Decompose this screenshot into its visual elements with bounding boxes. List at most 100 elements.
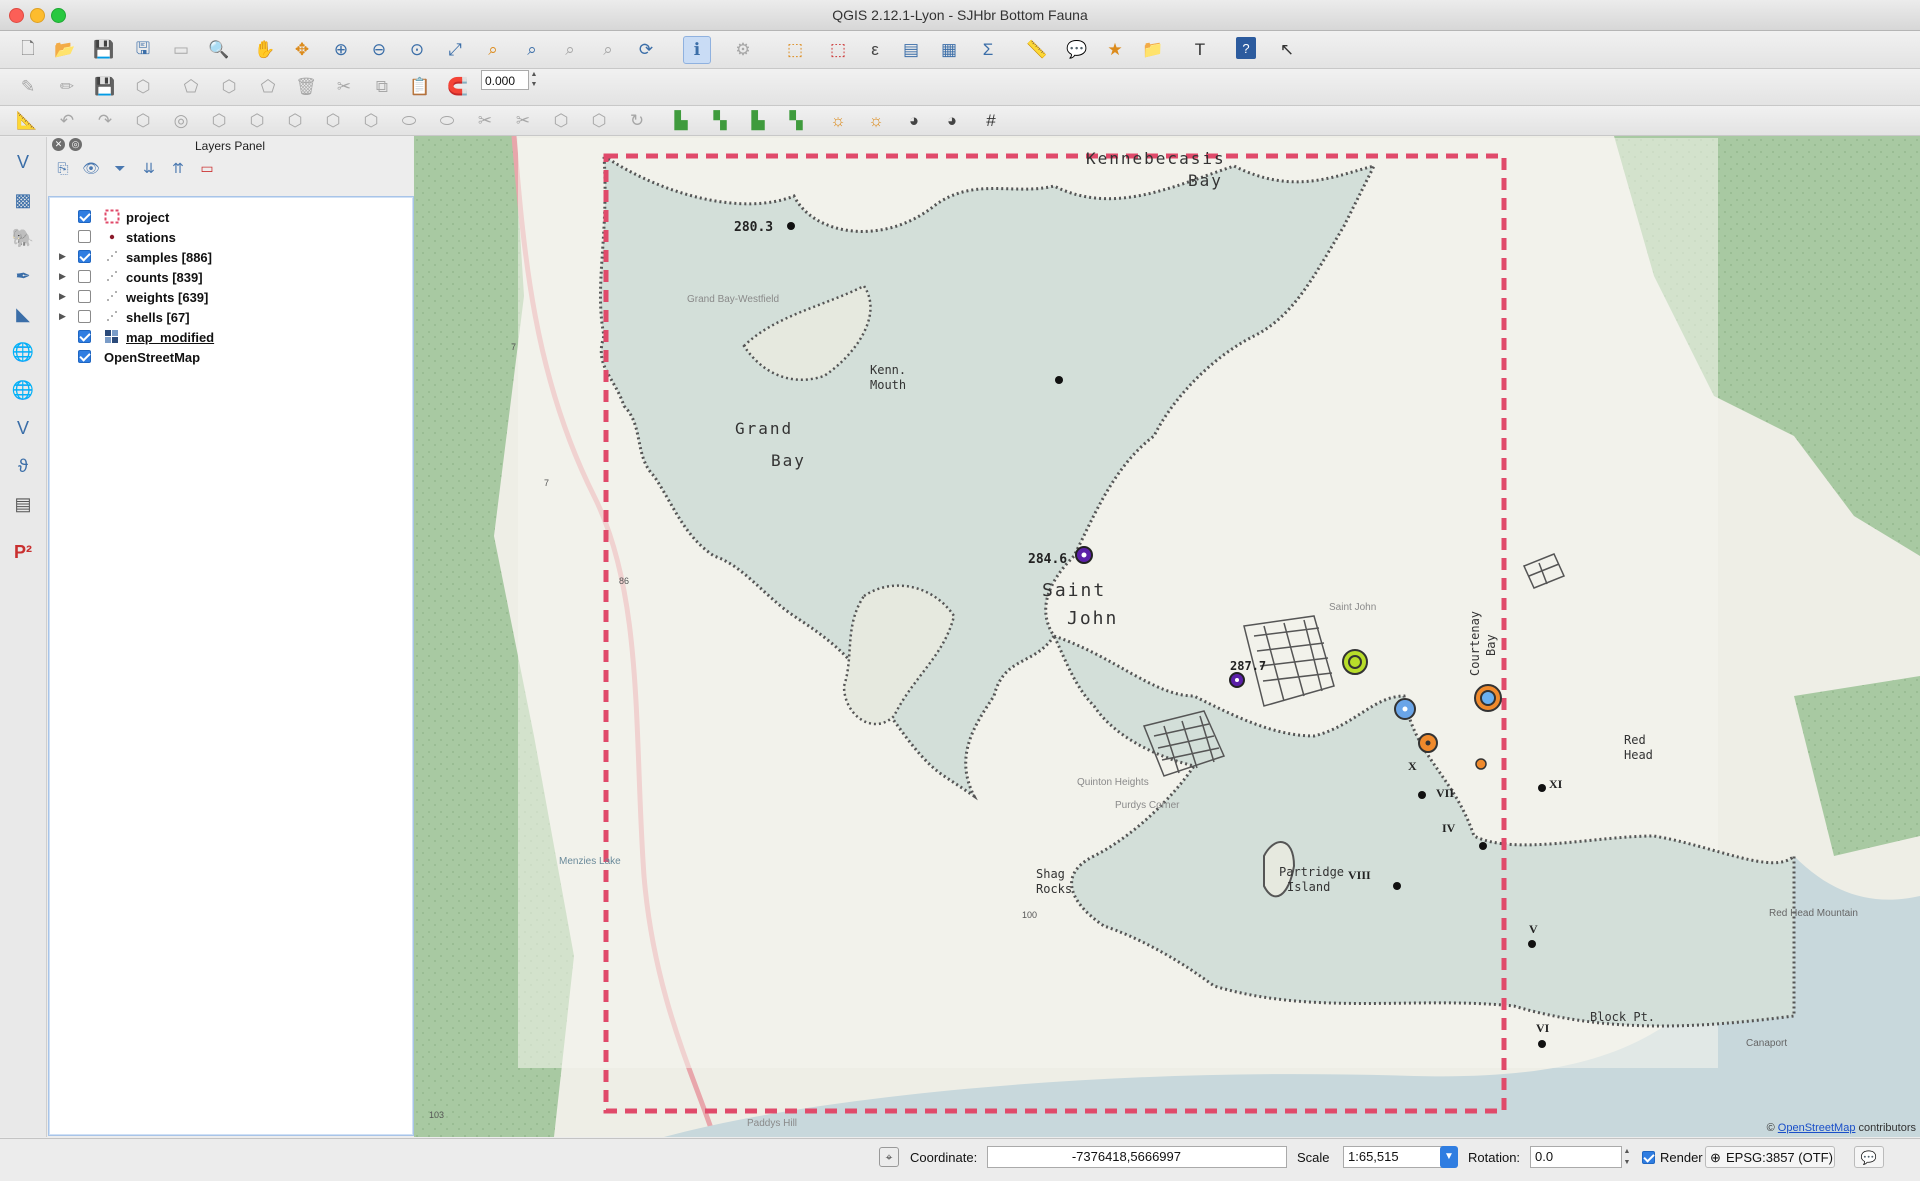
- layer-visibility-checkbox[interactable]: [78, 350, 91, 363]
- statistics-icon[interactable]: Σ: [975, 37, 1001, 63]
- zoom-out-icon[interactable]: ⊖: [366, 37, 392, 63]
- mouse-toggle-icon[interactable]: ⌖: [879, 1147, 899, 1167]
- station-point[interactable]: [1055, 376, 1063, 384]
- new-print-composer-icon[interactable]: ▭: [168, 37, 194, 63]
- coordinate-field[interactable]: -7376418,5666997: [987, 1146, 1287, 1168]
- station-point[interactable]: [1528, 940, 1536, 948]
- add-raster-layer-icon[interactable]: ▩: [8, 185, 38, 215]
- expand-all-icon[interactable]: ⇊: [138, 160, 160, 180]
- node-tool-icon[interactable]: ⬠: [178, 74, 204, 100]
- move-feature-icon[interactable]: ⬡: [216, 74, 242, 100]
- delete-selected-icon[interactable]: 🗑: [293, 74, 319, 100]
- station-point[interactable]: [1538, 784, 1546, 792]
- layer-visibility-checkbox[interactable]: [78, 270, 91, 283]
- undo-icon[interactable]: ↶: [54, 108, 80, 134]
- zoom-to-layer-icon[interactable]: ⌕: [519, 37, 545, 63]
- snap-tolerance-spinner[interactable]: ▲ ▼: [529, 70, 539, 90]
- layer-row-openstreetmap[interactable]: OpenStreetMap: [49, 347, 409, 367]
- add-wfs-layer-icon[interactable]: V: [8, 413, 38, 443]
- zoom-to-selection-icon[interactable]: ⌕: [480, 37, 506, 63]
- offset-curve-icon[interactable]: ⬭: [396, 108, 422, 134]
- label-move-icon[interactable]: ▙: [745, 108, 771, 134]
- identify-icon[interactable]: ℹ: [683, 36, 711, 64]
- delete-ring-icon[interactable]: ⬡: [282, 108, 308, 134]
- merge-features-icon[interactable]: ⬡: [548, 108, 574, 134]
- offset-curve-2-icon[interactable]: ⬭: [434, 108, 460, 134]
- new-bookmark-icon[interactable]: ★: [1102, 37, 1128, 63]
- add-ring-icon[interactable]: ◎: [168, 108, 194, 134]
- cut-features-icon[interactable]: ✂: [331, 74, 357, 100]
- expand-arrow-icon[interactable]: ▶: [59, 291, 66, 302]
- crs-button[interactable]: ⊕ EPSG:3857 (OTF): [1705, 1146, 1835, 1168]
- zoom-in-icon[interactable]: ⊕: [328, 37, 354, 63]
- save-project-icon[interactable]: 💾: [91, 37, 117, 63]
- label-show-hide-icon[interactable]: ☼: [825, 108, 851, 134]
- save-as-icon[interactable]: 🖫: [130, 37, 156, 63]
- split-parts-icon[interactable]: ✂: [510, 108, 536, 134]
- new-project-icon[interactable]: 🗋: [15, 37, 41, 63]
- openstreetmap-link[interactable]: OpenStreetMap: [1778, 1122, 1856, 1134]
- delete-part-icon[interactable]: ⬡: [320, 108, 346, 134]
- p2-plugin-icon[interactable]: P²: [8, 537, 38, 567]
- label-highlight-icon[interactable]: ▚: [707, 108, 733, 134]
- zoom-last-icon[interactable]: ⌕: [557, 37, 583, 63]
- text-annotation-icon[interactable]: T: [1187, 37, 1213, 63]
- sample-point-orange-small[interactable]: [1475, 758, 1487, 770]
- add-wms-layer-icon[interactable]: 🌐: [8, 337, 38, 367]
- composer-manager-icon[interactable]: 🔍: [206, 37, 232, 63]
- node-edit-icon[interactable]: ⬠: [255, 74, 281, 100]
- layer-visibility-checkbox[interactable]: [78, 210, 91, 223]
- add-spatialite-layer-icon[interactable]: ✒: [8, 261, 38, 291]
- layer-visibility-checkbox[interactable]: [78, 230, 91, 243]
- attribute-table-icon[interactable]: ▤: [898, 37, 924, 63]
- layer-visibility-checkbox[interactable]: [78, 250, 91, 263]
- remove-layer-icon[interactable]: ▭: [196, 160, 218, 180]
- deselect-icon[interactable]: ⬚: [825, 37, 851, 63]
- layer-visibility-checkbox[interactable]: [78, 310, 91, 323]
- whats-this-icon[interactable]: ↖: [1274, 37, 1300, 63]
- open-project-icon[interactable]: 📂: [52, 37, 78, 63]
- collapse-all-icon[interactable]: ⇈: [167, 160, 189, 180]
- add-group-icon[interactable]: ⎘: [52, 160, 74, 180]
- zoom-next-icon[interactable]: ⌕: [595, 37, 621, 63]
- grid-icon[interactable]: #: [978, 108, 1004, 134]
- layer-visibility-checkbox[interactable]: [78, 290, 91, 303]
- add-mssql-layer-icon[interactable]: ◣: [8, 299, 38, 329]
- fill-ring-icon[interactable]: ⬡: [244, 108, 270, 134]
- rotation-field[interactable]: 0.0: [1530, 1146, 1622, 1168]
- map-render[interactable]: 7 7 86 100 103 Kennebecasis Bay Grand Ba…: [414, 136, 1920, 1137]
- sample-point-green[interactable]: [1342, 649, 1368, 675]
- expand-arrow-icon[interactable]: ▶: [59, 251, 66, 262]
- add-postgis-layer-icon[interactable]: 🐘: [8, 223, 38, 253]
- layer-row-stations[interactable]: stations: [49, 227, 409, 247]
- map-tips-icon[interactable]: 💬: [1064, 37, 1090, 63]
- show-bookmarks-icon[interactable]: 📁: [1140, 37, 1166, 63]
- station-point[interactable]: [787, 222, 795, 230]
- select-by-expression-icon[interactable]: ε: [862, 37, 888, 63]
- layer-row-counts[interactable]: ▶ counts [839]: [49, 267, 409, 287]
- snapping-icon[interactable]: 🧲: [445, 74, 471, 100]
- paste-features-icon[interactable]: 📋: [407, 74, 433, 100]
- save-edits-icon[interactable]: 💾: [92, 74, 118, 100]
- station-point[interactable]: [1418, 791, 1426, 799]
- zoom-full-icon[interactable]: ⤢: [442, 37, 468, 63]
- render-checkbox[interactable]: [1642, 1151, 1655, 1164]
- expand-arrow-icon[interactable]: ▶: [59, 311, 66, 322]
- label-pin-icon[interactable]: ▙: [668, 108, 694, 134]
- current-edits-icon[interactable]: ✎: [15, 74, 41, 100]
- run-feature-action-icon[interactable]: ⚙: [730, 37, 756, 63]
- merge-attributes-icon[interactable]: ⬡: [586, 108, 612, 134]
- rotate-point-symbols-icon[interactable]: ↻: [624, 108, 650, 134]
- measure-icon[interactable]: 📏: [1024, 37, 1050, 63]
- manage-visibility-icon[interactable]: 👁: [80, 160, 102, 180]
- cad-tool-icon[interactable]: 📐: [14, 108, 40, 134]
- layer-diagram-icon[interactable]: ◕: [939, 108, 965, 134]
- add-wcs-layer-icon[interactable]: 🌐: [8, 375, 38, 405]
- station-point[interactable]: [1393, 882, 1401, 890]
- expand-arrow-icon[interactable]: ▶: [59, 271, 66, 282]
- select-icon[interactable]: ⬚: [782, 37, 808, 63]
- layer-row-samples[interactable]: ▶ samples [886]: [49, 247, 409, 267]
- rotation-spinner[interactable]: ▲ ▼: [1622, 1146, 1632, 1168]
- messages-icon[interactable]: 💬: [1854, 1146, 1884, 1168]
- help-icon[interactable]: ?: [1236, 37, 1256, 59]
